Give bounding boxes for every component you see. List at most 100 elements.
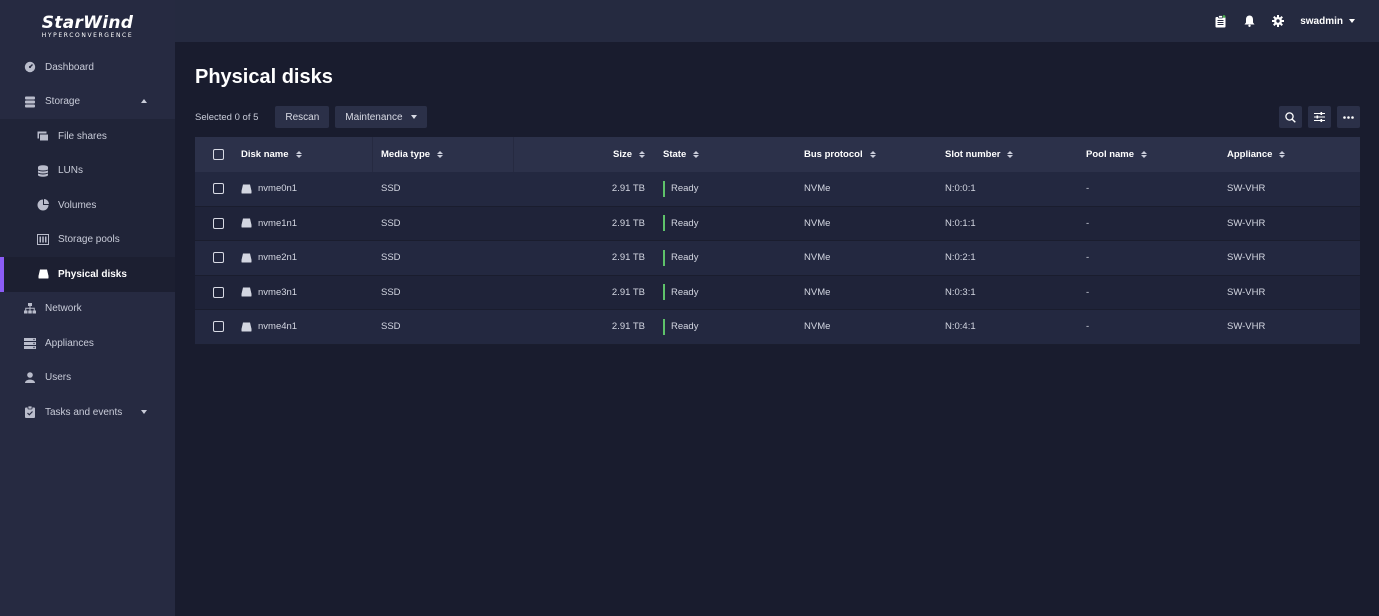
tasks-icon <box>24 406 36 419</box>
row-checkbox[interactable] <box>212 321 224 333</box>
sort-icon <box>693 151 700 158</box>
column-appliance[interactable]: Appliance <box>1219 137 1360 172</box>
row-select-cell <box>195 241 233 275</box>
appliance-cell: SW-VHR <box>1227 217 1266 229</box>
logo[interactable]: StarWind HYPERCONVERGENCE <box>0 0 175 50</box>
storage-pools-icon <box>37 234 49 246</box>
media-type-cell: SSD <box>381 217 401 229</box>
column-label: Media type <box>381 149 431 160</box>
sidebar-item-luns[interactable]: LUNs <box>0 154 175 189</box>
storage-subgroup: File shares LUNs Volumes Storage pools P… <box>0 119 175 292</box>
sidebar-item-storage-pools[interactable]: Storage pools <box>0 223 175 258</box>
sidebar-item-storage[interactable]: Storage <box>0 85 175 120</box>
column-pool-name[interactable]: Pool name <box>1078 137 1219 172</box>
sidebar-nav: Dashboard Storage File shares LUNs Volum… <box>0 50 175 430</box>
rescan-label: Rescan <box>285 111 320 123</box>
disk-name-cell: nvme3n1 <box>233 276 373 310</box>
sidebar-item-volumes[interactable]: Volumes <box>0 188 175 223</box>
state-cell: Ready <box>655 276 796 310</box>
file-shares-icon <box>37 130 49 142</box>
toolbar: Selected 0 of 5 Rescan Maintenance <box>195 106 1360 128</box>
disk-name: nvme4n1 <box>258 321 298 333</box>
sidebar-item-network[interactable]: Network <box>0 292 175 327</box>
sliders-icon <box>1314 112 1325 122</box>
sidebar-item-label: Tasks and events <box>45 406 123 418</box>
logo-brand: StarWind <box>41 13 134 33</box>
row-checkbox[interactable] <box>212 286 224 298</box>
row-checkbox[interactable] <box>212 252 224 264</box>
table-row[interactable]: nvme0n1 SSD 2.91 TB Ready NVMe N:0:0:1 -… <box>195 172 1360 207</box>
sidebar-item-appliances[interactable]: Appliances <box>0 326 175 361</box>
pool-name-cell: - <box>1086 183 1090 195</box>
column-disk-name[interactable]: Disk name <box>233 137 373 172</box>
more-options-button[interactable] <box>1337 106 1360 128</box>
appliance-cell: SW-VHR <box>1227 286 1266 298</box>
sidebar-item-dashboard[interactable]: Dashboard <box>0 50 175 85</box>
state-label: Ready <box>671 252 699 264</box>
sidebar-item-physical-disks[interactable]: Physical disks <box>0 257 175 292</box>
row-checkbox[interactable] <box>212 217 224 229</box>
appliances-icon <box>24 337 36 349</box>
disk-name: nvme0n1 <box>258 183 298 195</box>
appliance-cell: SW-VHR <box>1227 321 1266 333</box>
sidebar-item-users[interactable]: Users <box>0 361 175 396</box>
physical-disk-icon <box>241 218 252 228</box>
bus-protocol-cell: NVMe <box>804 183 831 195</box>
column-slot-number[interactable]: Slot number <box>937 137 1078 172</box>
maintenance-button[interactable]: Maintenance <box>335 106 427 128</box>
sort-icon <box>1141 151 1148 158</box>
sidebar-item-label: File shares <box>58 130 107 142</box>
size-cell: 2.91 TB <box>611 217 645 229</box>
column-label: Slot number <box>945 149 1001 160</box>
slot-number-cell: N:0:2:1 <box>945 252 976 264</box>
disk-name: nvme1n1 <box>258 217 298 229</box>
table-row[interactable]: nvme2n1 SSD 2.91 TB Ready NVMe N:0:2:1 -… <box>195 241 1360 276</box>
slot-number-cell: N:0:3:1 <box>945 286 976 298</box>
appliance-cell: SW-VHR <box>1227 183 1266 195</box>
size-cell: 2.91 TB <box>611 286 645 298</box>
column-media-type[interactable]: Media type <box>373 137 514 172</box>
sidebar-item-file-shares[interactable]: File shares <box>0 119 175 154</box>
status-indicator <box>663 180 665 197</box>
table-row[interactable]: nvme3n1 SSD 2.91 TB Ready NVMe N:0:3:1 -… <box>195 275 1360 310</box>
network-icon <box>24 303 36 315</box>
clipboard-icon[interactable] <box>1213 14 1227 28</box>
disk-name: nvme3n1 <box>258 286 298 298</box>
media-type-cell: SSD <box>381 321 401 333</box>
disk-name-cell: nvme0n1 <box>233 172 373 206</box>
bus-protocol-cell: NVMe <box>804 217 831 229</box>
select-all-checkbox[interactable] <box>212 149 224 160</box>
row-checkbox[interactable] <box>212 183 224 195</box>
row-select-cell <box>195 172 233 206</box>
physical-disk-icon <box>241 322 252 332</box>
bell-icon[interactable] <box>1242 14 1256 28</box>
column-bus-protocol[interactable]: Bus protocol <box>796 137 937 172</box>
table-row[interactable]: nvme1n1 SSD 2.91 TB Ready NVMe N:0:1:1 -… <box>195 206 1360 241</box>
sidebar: StarWind HYPERCONVERGENCE Dashboard Stor… <box>0 0 175 616</box>
rescan-button[interactable]: Rescan <box>275 106 330 128</box>
media-type-cell: SSD <box>381 252 401 264</box>
sidebar-item-tasks-and-events[interactable]: Tasks and events <box>0 395 175 430</box>
search-button[interactable] <box>1279 106 1302 128</box>
table-row[interactable]: nvme4n1 SSD 2.91 TB Ready NVMe N:0:4:1 -… <box>195 310 1360 345</box>
page-title: Physical disks <box>195 66 333 88</box>
chevron-down-icon <box>410 115 417 119</box>
column-size[interactable]: Size <box>514 137 655 172</box>
sort-icon <box>437 151 444 158</box>
column-state[interactable]: State <box>655 137 796 172</box>
state-label: Ready <box>671 217 699 229</box>
top-bar: swadmin <box>175 0 1379 42</box>
bus-protocol-cell: NVMe <box>804 321 831 333</box>
sidebar-item-label: Storage <box>45 96 81 108</box>
user-menu[interactable]: swadmin <box>1300 16 1355 27</box>
column-label: State <box>663 149 687 160</box>
luns-icon <box>37 164 49 177</box>
filter-settings-button[interactable] <box>1308 106 1331 128</box>
state-cell: Ready <box>655 241 796 275</box>
physical-disk-icon <box>241 184 252 194</box>
column-label: Disk name <box>241 149 289 160</box>
disk-name-cell: nvme4n1 <box>233 310 373 344</box>
table-tools <box>1273 106 1360 128</box>
gear-icon[interactable] <box>1271 14 1285 28</box>
sort-icon <box>869 151 876 158</box>
